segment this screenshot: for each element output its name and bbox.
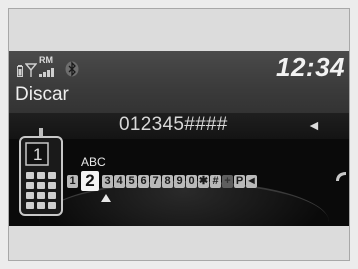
battery-icon: [17, 65, 23, 77]
key-plus[interactable]: +: [222, 174, 233, 188]
key-8[interactable]: 8: [162, 174, 173, 188]
key-4[interactable]: 4: [114, 174, 125, 188]
keypad-row: 1 2 3 4 5 6 7 8 9 0 ✱ # + P ◄: [67, 171, 257, 191]
key-hash[interactable]: #: [210, 174, 221, 188]
key-7[interactable]: 7: [150, 174, 161, 188]
cursor-arrow-icon: ◄: [307, 117, 321, 133]
selection-caret-icon: [101, 194, 111, 202]
status-header: RM 12:34 Discar: [9, 51, 349, 113]
key-1[interactable]: 1: [67, 174, 78, 188]
audio-display-screen: RM 12:34 Discar 012345#### ◄ 1 ABC 1 2 3…: [9, 51, 349, 226]
dialed-number: 012345####: [119, 114, 228, 135]
key-star[interactable]: ✱: [198, 174, 209, 188]
status-icons: RM: [17, 55, 79, 77]
signal-bars-icon: [39, 68, 54, 77]
key-letters: ABC: [81, 155, 106, 169]
screen-title: Discar: [15, 84, 69, 105]
key-3[interactable]: 3: [102, 174, 113, 188]
key-5[interactable]: 5: [126, 174, 137, 188]
signal-strength: RM: [39, 55, 57, 77]
key-2-selected[interactable]: 2: [81, 171, 99, 191]
key-pause[interactable]: P: [234, 174, 245, 188]
key-6[interactable]: 6: [138, 174, 149, 188]
mobile-phone-icon: [19, 128, 63, 216]
key-0[interactable]: 0: [186, 174, 197, 188]
bluetooth-icon: [65, 61, 79, 77]
key-9[interactable]: 9: [174, 174, 185, 188]
clock: 12:34: [276, 52, 345, 82]
phone-slot-number: 1: [33, 145, 43, 164]
roaming-label: RM: [39, 55, 53, 65]
antenna-icon: [25, 63, 37, 77]
call-handset-icon[interactable]: [334, 170, 348, 184]
key-backspace[interactable]: ◄: [246, 174, 257, 188]
